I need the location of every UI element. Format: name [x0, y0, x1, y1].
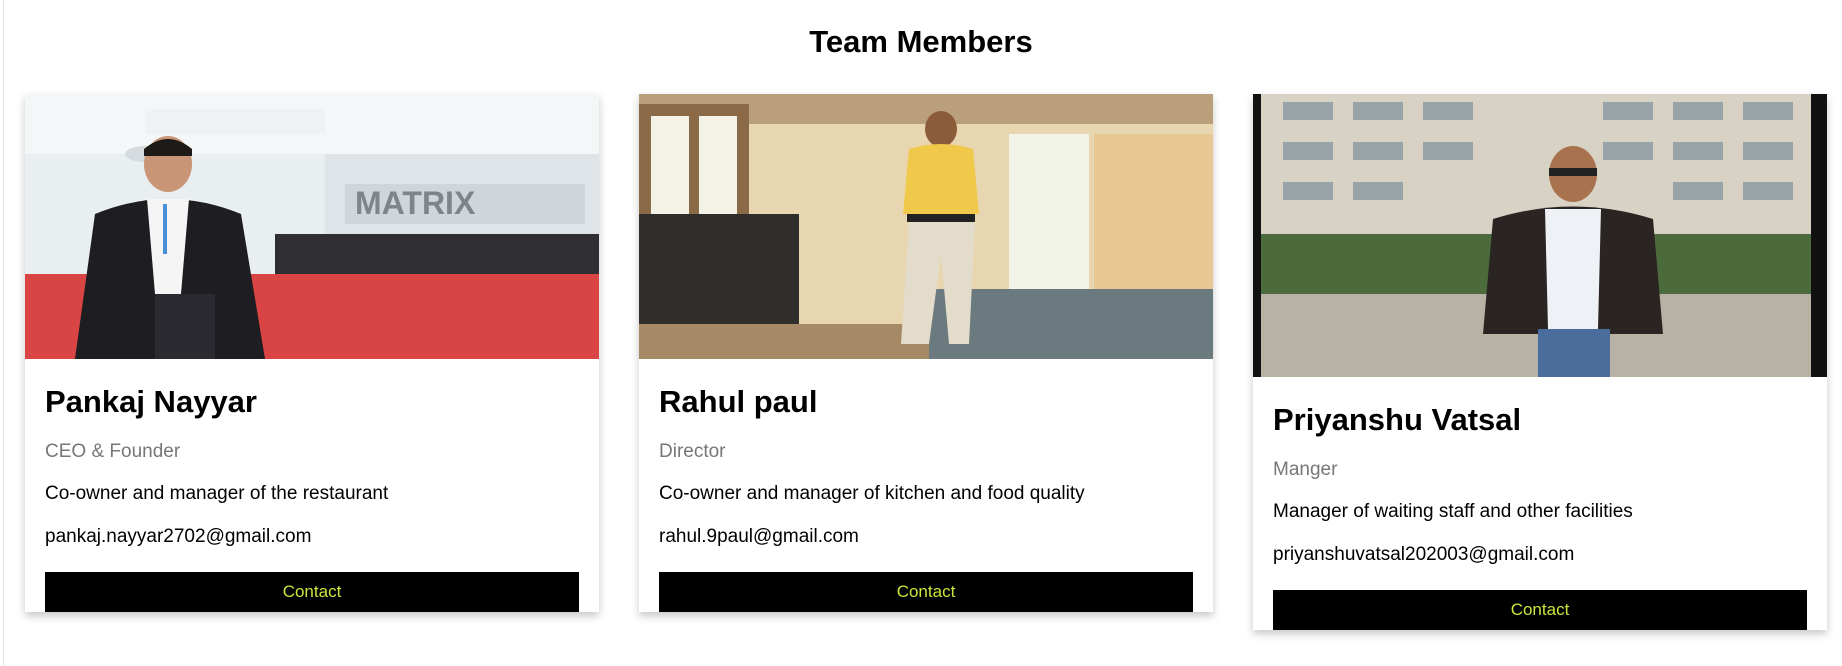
card-body: Rahul paul Director Co-owner and manager… — [639, 359, 1213, 612]
member-email: pankaj.nayyar2702@gmail.com — [45, 526, 312, 547]
contact-button[interactable]: Contact — [45, 572, 579, 612]
page: Team Members MATRIX Pankaj Nayyar CEO & … — [0, 0, 1842, 666]
member-email: priyanshuvatsal202003@gmail.com — [1273, 544, 1575, 565]
team-cards-row: MATRIX Pankaj Nayyar CEO & Founder Co-ow… — [25, 94, 1827, 630]
photo-banner-text: MATRIX — [355, 185, 476, 221]
member-description: Co-owner and manager of the restaurant — [45, 483, 389, 504]
member-photo — [639, 94, 1213, 359]
team-card-priyanshu: Priyanshu Vatsal Manger Manager of waiti… — [1253, 94, 1827, 630]
page-title: Team Members — [809, 24, 1033, 59]
photo-hotel-exterior — [1253, 94, 1827, 377]
member-description: Co-owner and manager of kitchen and food… — [659, 483, 1085, 504]
left-divider — [3, 0, 4, 666]
member-photo: MATRIX — [25, 94, 599, 359]
member-name: Rahul paul — [659, 384, 818, 419]
contact-button[interactable]: Contact — [659, 572, 1193, 612]
contact-button[interactable]: Contact — [1273, 590, 1807, 630]
team-card-pankaj: MATRIX Pankaj Nayyar CEO & Founder Co-ow… — [25, 94, 599, 612]
card-body: Priyanshu Vatsal Manger Manager of waiti… — [1253, 377, 1827, 630]
photo-expo-booth: MATRIX — [25, 94, 599, 359]
photo-living-room — [639, 94, 1213, 359]
member-role: Manger — [1273, 459, 1338, 480]
team-card-rahul: Rahul paul Director Co-owner and manager… — [639, 94, 1213, 612]
member-role: Director — [659, 441, 726, 462]
member-role: CEO & Founder — [45, 441, 181, 462]
member-name: Pankaj Nayyar — [45, 384, 257, 419]
card-body: Pankaj Nayyar CEO & Founder Co-owner and… — [25, 359, 599, 612]
member-name: Priyanshu Vatsal — [1273, 402, 1522, 437]
member-description: Manager of waiting staff and other facil… — [1273, 501, 1633, 522]
member-photo — [1253, 94, 1827, 377]
member-email: rahul.9paul@gmail.com — [659, 526, 859, 547]
